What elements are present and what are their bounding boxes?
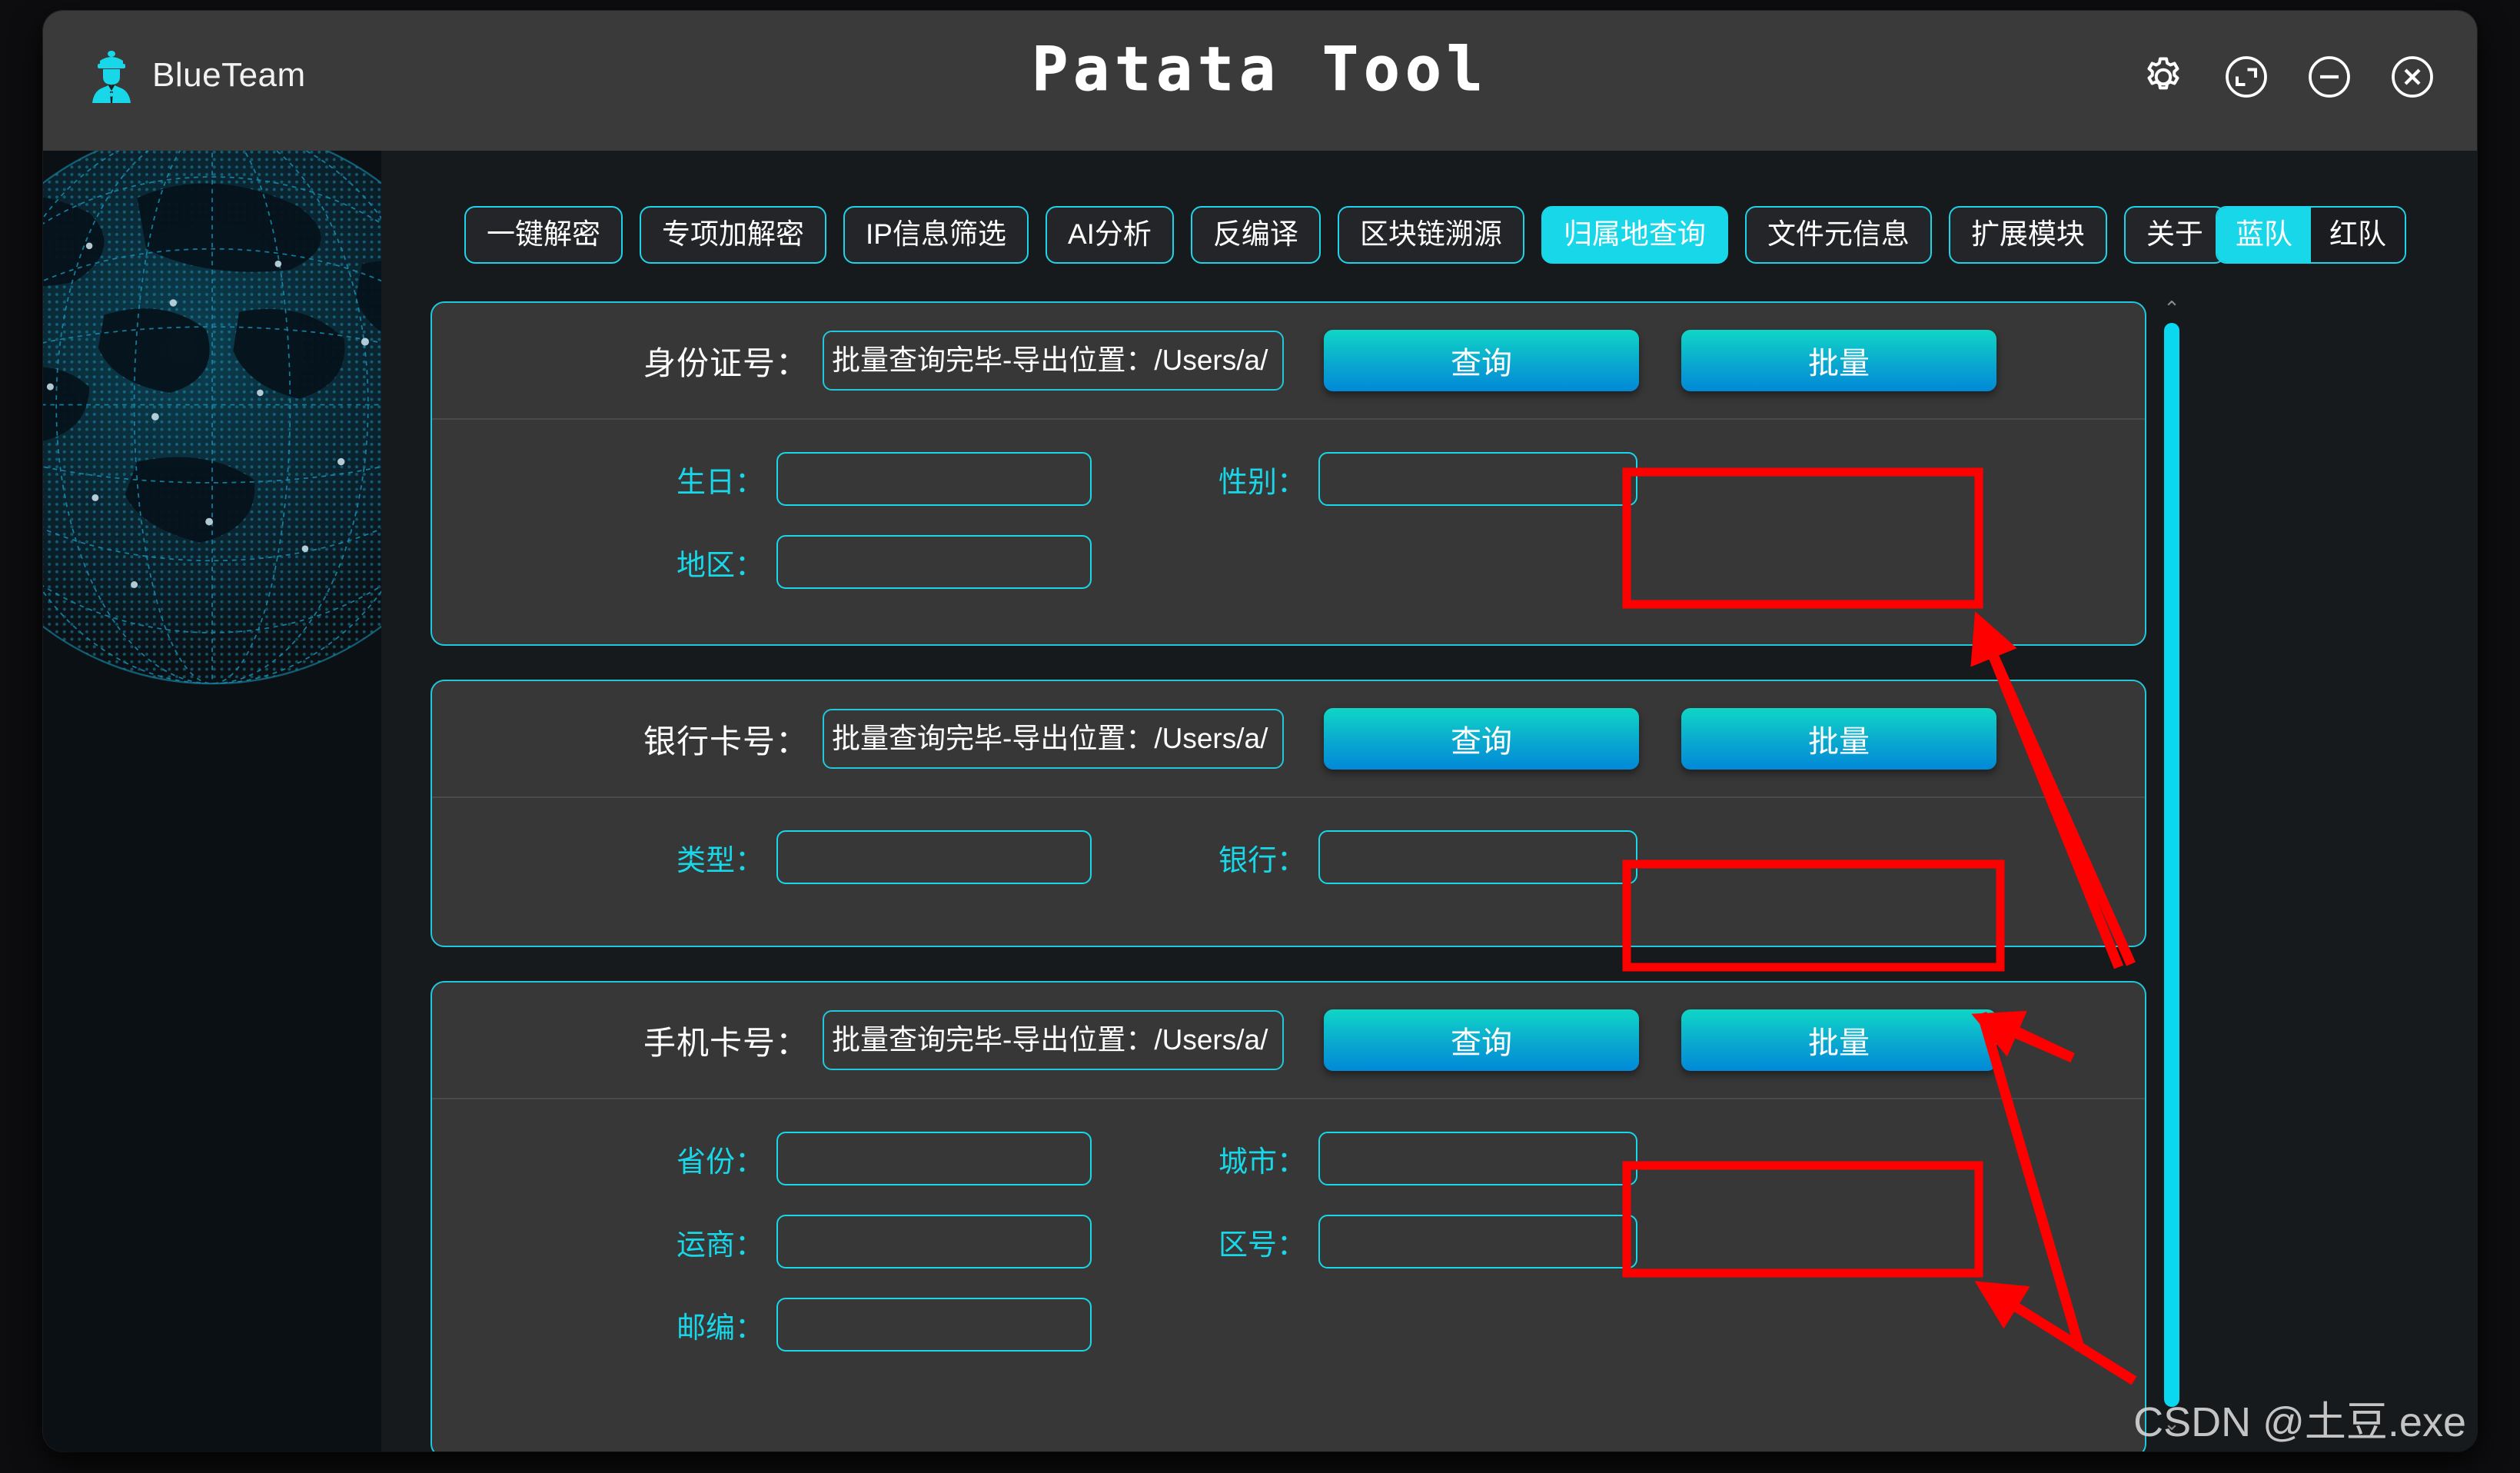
watermark: CSDN @土豆.exe <box>2133 1399 2466 1445</box>
tab-blockchain-trace[interactable]: 区块链溯源 <box>1337 206 1524 264</box>
panel-id-card: 身份证号： 批量查询完毕-导出位置：/Users/a/ 查询 批量 生日： 性别… <box>431 301 2146 646</box>
scroll-up-arrow-icon[interactable]: ⌃ <box>2162 298 2182 318</box>
field-province: 省份： <box>663 1132 1092 1185</box>
id-card-batch-button[interactable]: 批量 <box>1681 330 1996 391</box>
phone-card-query-button[interactable]: 查询 <box>1324 1009 1639 1071</box>
field-bank-label: 银行： <box>1218 844 1306 877</box>
field-postcode-input[interactable] <box>776 1298 1092 1352</box>
tab-file-metadata[interactable]: 文件元信息 <box>1744 206 1932 264</box>
vertical-scrollbar[interactable]: ⌃ ⌄ <box>2162 298 2182 1433</box>
field-city-input[interactable] <box>1318 1132 1637 1185</box>
tab-about[interactable]: 关于 <box>2123 206 2226 264</box>
bank-card-label: 银行卡号： <box>643 723 809 760</box>
id-card-input[interactable]: 批量查询完毕-导出位置：/Users/a/ <box>823 331 1284 391</box>
tab-location-query[interactable]: 归属地查询 <box>1541 206 1728 264</box>
field-carrier-input[interactable] <box>776 1215 1092 1269</box>
field-area-code-label: 区号： <box>1218 1229 1306 1262</box>
field-province-label: 省份： <box>676 1145 764 1179</box>
field-bank-input[interactable] <box>1318 830 1637 884</box>
id-card-query-button[interactable]: 查询 <box>1324 330 1639 391</box>
field-province-input[interactable] <box>776 1132 1092 1185</box>
tab-one-click-decrypt[interactable]: 一键解密 <box>464 206 623 264</box>
team-option-red[interactable]: 红队 <box>2311 208 2405 262</box>
field-birthday-label: 生日： <box>676 466 764 499</box>
window-controls <box>2139 52 2437 101</box>
panel-phone-card: 手机卡号： 批量查询完毕-导出位置：/Users/a/ 查询 批量 省份： 城市… <box>431 981 2146 1451</box>
field-city: 城市： <box>1205 1132 1637 1185</box>
field-gender-label: 性别： <box>1218 466 1306 499</box>
field-birthday-input[interactable] <box>776 452 1092 506</box>
field-postcode-label: 邮编： <box>676 1312 764 1345</box>
close-icon <box>2392 56 2433 98</box>
phone-card-label: 手机卡号： <box>643 1024 809 1061</box>
bank-card-batch-button[interactable]: 批量 <box>1681 708 1996 770</box>
field-gender: 性别： <box>1205 452 1637 506</box>
field-card-type-input[interactable] <box>776 830 1092 884</box>
id-card-label: 身份证号： <box>643 344 809 381</box>
navigation-tabs: 一键解密 专项加解密 IP信息筛选 AI分析 反编译 区块链溯源 归属地查询 文… <box>464 206 2226 264</box>
phone-card-input[interactable]: 批量查询完毕-导出位置：/Users/a/ <box>823 1010 1284 1070</box>
field-region-input[interactable] <box>776 535 1092 589</box>
maximize-button[interactable] <box>2222 52 2271 101</box>
panel-bank-card-header: 银行卡号： 批量查询完毕-导出位置：/Users/a/ 查询 批量 <box>432 681 2145 798</box>
panel-id-card-header: 身份证号： 批量查询完毕-导出位置：/Users/a/ 查询 批量 <box>432 303 2145 420</box>
panel-bank-card: 银行卡号： 批量查询完毕-导出位置：/Users/a/ 查询 批量 类型： 银行… <box>431 680 2146 947</box>
maximize-icon <box>2226 56 2267 98</box>
field-bank: 银行： <box>1205 830 1637 884</box>
tab-special-crypto[interactable]: 专项加解密 <box>640 206 826 264</box>
field-area-code-input[interactable] <box>1318 1215 1637 1269</box>
field-region: 地区： <box>663 535 1092 589</box>
close-button[interactable] <box>2388 52 2437 101</box>
field-birthday: 生日： <box>663 452 1092 506</box>
phone-card-batch-button[interactable]: 批量 <box>1681 1009 1996 1071</box>
field-carrier-label: 运商： <box>676 1229 764 1262</box>
tab-decompile[interactable]: 反编译 <box>1190 206 1321 264</box>
field-card-type: 类型： <box>663 830 1092 884</box>
field-gender-input[interactable] <box>1318 452 1637 506</box>
page-title: Patata Tool <box>1032 35 1488 105</box>
team-mode-toggle: 蓝队 红队 <box>2216 206 2406 264</box>
query-panels-scroll-area: 身份证号： 批量查询完毕-导出位置：/Users/a/ 查询 批量 生日： 性别… <box>431 301 2168 1451</box>
content-area: 一键解密 专项加解密 IP信息筛选 AI分析 反编译 区块链溯源 归属地查询 文… <box>43 151 2477 1451</box>
panel-phone-card-header: 手机卡号： 批量查询完毕-导出位置：/Users/a/ 查询 批量 <box>432 983 2145 1099</box>
application-window: BlueTeam Patata Tool 一键解密 专项加解密 IP信息筛选 A… <box>43 11 2477 1451</box>
field-city-label: 城市： <box>1218 1145 1306 1179</box>
field-card-type-label: 类型： <box>676 844 764 877</box>
gear-icon <box>2147 57 2179 90</box>
tab-ip-info-filter[interactable]: IP信息筛选 <box>843 206 1029 264</box>
minimize-button[interactable] <box>2305 52 2354 101</box>
tab-extension-modules[interactable]: 扩展模块 <box>1948 206 2107 264</box>
title-bar: BlueTeam Patata Tool <box>43 11 2477 151</box>
field-carrier: 运商： <box>663 1215 1092 1269</box>
team-option-blue[interactable]: 蓝队 <box>2217 208 2311 262</box>
minimize-icon <box>2309 56 2350 98</box>
bank-card-input[interactable]: 批量查询完毕-导出位置：/Users/a/ <box>823 709 1284 769</box>
field-postcode: 邮编： <box>663 1298 1092 1352</box>
scrollbar-thumb[interactable] <box>2164 323 2179 1407</box>
tab-ai-analysis[interactable]: AI分析 <box>1045 206 1174 264</box>
settings-button[interactable] <box>2139 52 2188 101</box>
field-region-label: 地区： <box>676 549 764 582</box>
bank-card-query-button[interactable]: 查询 <box>1324 708 1639 770</box>
field-area-code: 区号： <box>1205 1215 1637 1269</box>
